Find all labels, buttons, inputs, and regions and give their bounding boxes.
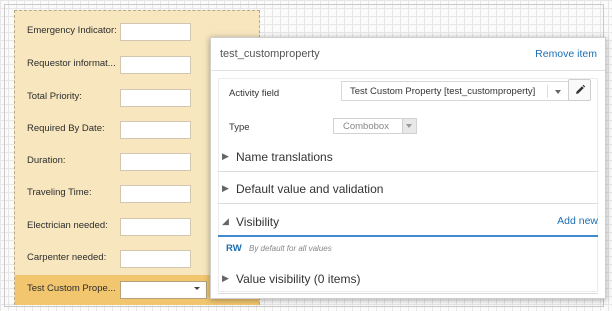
section-name-translations[interactable]: ▶ Name translations — [218, 144, 598, 172]
remove-item-link[interactable]: Remove item — [535, 48, 597, 60]
section-visibility[interactable]: ◢ Visibility Add new — [218, 209, 598, 237]
field-label: Requestor informat... — [27, 58, 116, 69]
field-label: Emergency Indicator: — [27, 25, 117, 36]
triangle-down-icon: ◢ — [222, 216, 229, 226]
divider — [211, 70, 605, 71]
field-label: Carpenter needed: — [27, 252, 107, 263]
activity-field-label: Activity field — [229, 88, 280, 99]
section-title: Value visibility (0 items) — [236, 272, 361, 286]
property-detail-panel: test_customproperty Remove item Activity… — [210, 37, 606, 299]
type-label: Type — [229, 122, 250, 133]
panel-title: test_customproperty — [220, 48, 320, 60]
divider — [547, 85, 548, 98]
section-value-visibility[interactable]: ▶ Value visibility (0 items) — [218, 266, 598, 294]
section-default-value[interactable]: ▶ Default value and validation — [218, 176, 598, 204]
visibility-description: By default for all values — [249, 244, 332, 253]
section-title: Default value and validation — [236, 182, 384, 196]
field-input[interactable] — [120, 153, 191, 171]
field-input[interactable] — [120, 185, 191, 203]
triangle-right-icon: ▶ — [222, 151, 229, 161]
triangle-right-icon: ▶ — [222, 183, 229, 193]
edit-button[interactable] — [568, 79, 591, 101]
chevron-down-icon — [194, 287, 200, 290]
field-label: Test Custom Prope... — [27, 283, 116, 294]
activity-field-select[interactable]: Test Custom Property [test_custompropert… — [341, 81, 569, 101]
field-label: Electrician needed: — [27, 220, 108, 231]
field-input[interactable] — [120, 56, 191, 74]
triangle-right-icon: ▶ — [222, 273, 229, 283]
type-select[interactable]: Combobox — [333, 118, 417, 134]
pencil-icon — [576, 84, 586, 94]
add-new-link[interactable]: Add new — [557, 215, 598, 227]
field-input[interactable] — [120, 250, 191, 268]
field-input[interactable] — [120, 218, 191, 236]
section-title: Visibility — [236, 215, 280, 229]
type-value: Combobox — [343, 121, 389, 132]
field-input[interactable] — [120, 89, 191, 107]
section-title: Name translations — [236, 150, 333, 164]
field-label: Duration: — [27, 155, 66, 166]
field-label: Required By Date: — [27, 123, 105, 134]
visibility-mode[interactable]: RW — [226, 243, 242, 254]
field-label: Traveling Time: — [27, 187, 92, 198]
custom-property-dropdown[interactable] — [120, 281, 207, 299]
activity-field-value: Test Custom Property [test_custompropert… — [350, 86, 536, 97]
field-input[interactable] — [120, 121, 191, 139]
chevron-down-icon — [555, 90, 561, 94]
field-input[interactable] — [120, 23, 191, 41]
field-label: Total Priority: — [27, 91, 82, 102]
chevron-down-icon — [402, 119, 416, 133]
